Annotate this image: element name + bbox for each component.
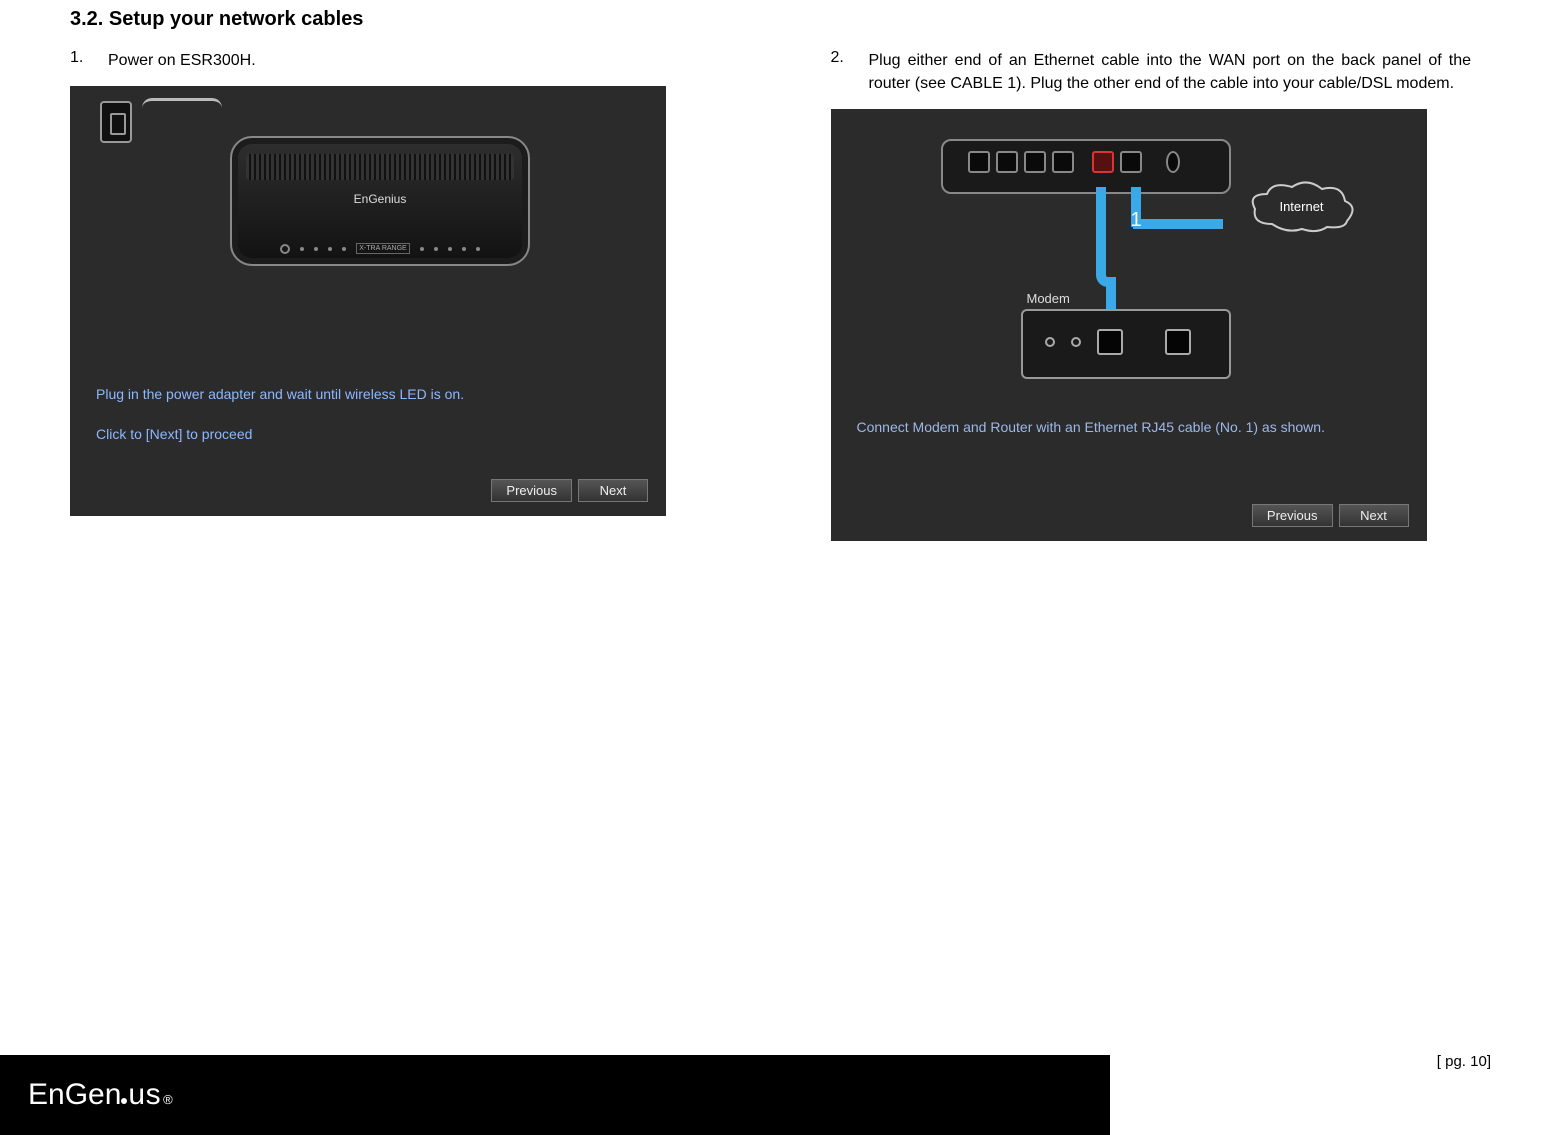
screenshot2-instruction: Connect Modem and Router with an Etherne… [857, 419, 1325, 435]
previous-button[interactable]: Previous [491, 479, 572, 502]
left-column: 1. Power on ESR300H. EnGenius X-TRA RANG… [70, 49, 711, 541]
modem-diagram: Modem [1021, 309, 1231, 379]
step-1-number: 1. [70, 49, 108, 72]
led-icon [314, 247, 318, 251]
lan-port-icon [996, 151, 1018, 173]
usb-port-icon [1120, 151, 1142, 173]
cable-1-label: 1 [1131, 209, 1142, 232]
right-column: 2. Plug either end of an Ethernet cable … [831, 49, 1472, 541]
led-icon [328, 247, 332, 251]
wps-icon [280, 244, 290, 254]
nav-buttons: Previous Next [491, 479, 648, 502]
router-top-diagram: EnGenius X-TRA RANGE [230, 136, 530, 266]
next-button[interactable]: Next [578, 479, 648, 502]
screenshot-step2: 1 Internet Modem Connect Mo [831, 109, 1427, 541]
power-cable-icon [142, 98, 222, 108]
modem-coax-icon [1071, 337, 1081, 347]
logo-dot-icon [121, 1098, 127, 1104]
page-number: [ pg. 10] [1437, 1053, 1491, 1070]
page-footer: [ pg. 10] EnGenus® [0, 1047, 1541, 1135]
section-number: 3.2. [70, 8, 103, 30]
screenshot1-instruction1: Plug in the power adapter and wait until… [96, 386, 464, 402]
xtra-range-label: X-TRA RANGE [356, 243, 409, 254]
lan-port-icon [968, 151, 990, 173]
cloud-label: Internet [1279, 199, 1323, 214]
registered-icon: ® [163, 1092, 173, 1107]
wan-port-icon [1092, 151, 1114, 173]
nav-buttons: Previous Next [1252, 504, 1409, 527]
modem-power-icon [1045, 337, 1055, 347]
modem-lan-port-icon [1097, 329, 1123, 355]
logo-text-2: us [128, 1078, 161, 1112]
router-led-row: X-TRA RANGE [252, 243, 508, 254]
router-vent-strip [246, 154, 514, 180]
router-ports [968, 151, 1180, 173]
step-1-text: Power on ESR300H. [108, 49, 256, 72]
logo-text-1: EnGen [28, 1078, 121, 1112]
section-title: 3.2. Setup your network cables [70, 8, 1471, 31]
internet-cloud-icon: Internet [1247, 179, 1357, 234]
screenshot1-instruction2: Click to [Next] to proceed [96, 426, 252, 442]
step-1: 1. Power on ESR300H. [70, 49, 711, 72]
footer-bar: EnGenus® [0, 1055, 1110, 1135]
modem-ports [1045, 329, 1191, 355]
led-icon [420, 247, 424, 251]
led-icon [448, 247, 452, 251]
screenshot-step1: EnGenius X-TRA RANGE [70, 86, 666, 516]
led-icon [342, 247, 346, 251]
lan-port-icon [1024, 151, 1046, 173]
previous-button[interactable]: Previous [1252, 504, 1333, 527]
modem-label: Modem [1027, 291, 1070, 306]
engenius-logo: EnGenus® [28, 1078, 173, 1112]
router-back-diagram [941, 139, 1231, 194]
ethernet-cable-2b [1133, 219, 1223, 229]
led-icon [300, 247, 304, 251]
led-icon [434, 247, 438, 251]
ethernet-cable-1a [1096, 187, 1110, 287]
led-icon [476, 247, 480, 251]
wall-outlet-icon [100, 101, 132, 143]
led-icon [462, 247, 466, 251]
step-2-number: 2. [831, 49, 869, 95]
router-brand-label: EnGenius [232, 192, 528, 206]
step-2: 2. Plug either end of an Ethernet cable … [831, 49, 1472, 95]
step-2-text: Plug either end of an Ethernet cable int… [869, 49, 1472, 95]
next-button[interactable]: Next [1339, 504, 1409, 527]
power-port-icon [1166, 151, 1180, 173]
section-name: Setup your network cables [109, 8, 364, 30]
modem-lan-port-icon [1165, 329, 1191, 355]
lan-port-icon [1052, 151, 1074, 173]
